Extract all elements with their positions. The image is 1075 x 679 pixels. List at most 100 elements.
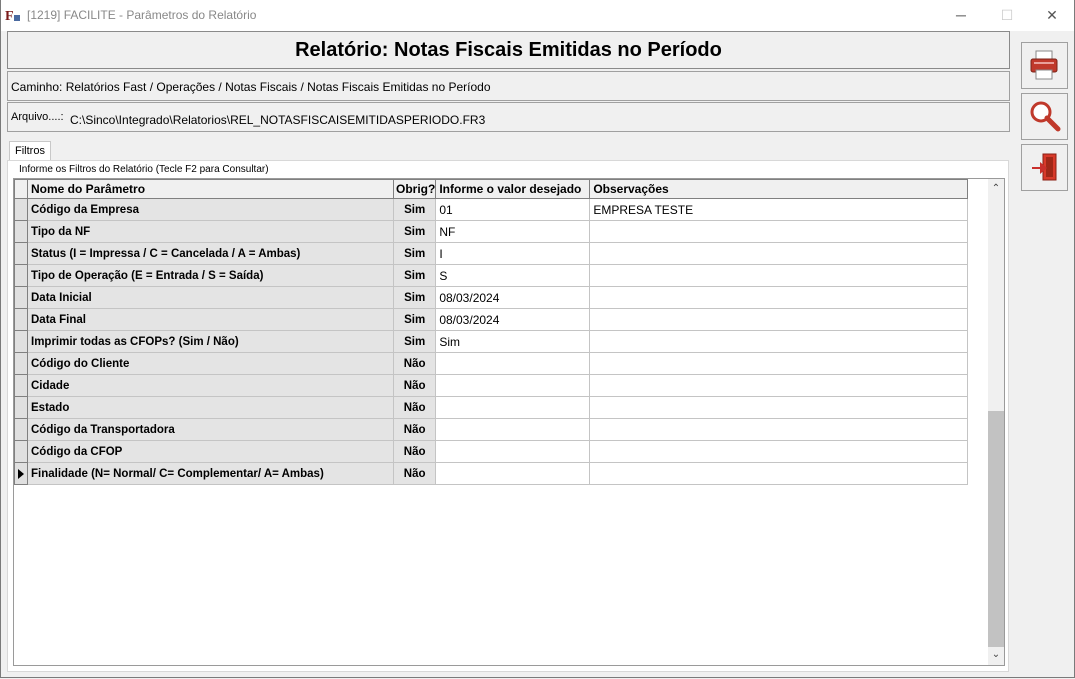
- row-indicator[interactable]: [14, 418, 28, 441]
- param-value-cell[interactable]: NF: [435, 220, 591, 243]
- param-value-cell[interactable]: 08/03/2024: [435, 308, 591, 331]
- scroll-down-icon[interactable]: ⌄: [988, 647, 1004, 663]
- file-label: Arquivo....:: [11, 111, 64, 123]
- param-name-cell: Tipo de Operação (E = Entrada / S = Saíd…: [27, 264, 394, 287]
- tab-filtros[interactable]: Filtros: [9, 141, 51, 161]
- current-row-arrow-icon: [18, 468, 24, 479]
- app-icon: F: [5, 9, 20, 23]
- param-value-cell[interactable]: 01: [435, 198, 591, 221]
- param-observation-cell: [589, 286, 969, 309]
- param-name-cell: Código do Cliente: [27, 352, 394, 375]
- row-indicator[interactable]: [14, 352, 28, 375]
- preview-button[interactable]: [1021, 93, 1068, 140]
- param-name-cell: Código da Empresa: [27, 198, 394, 221]
- param-name-cell: Status (I = Impressa / C = Cancelada / A…: [27, 242, 394, 265]
- row-indicator[interactable]: [14, 396, 28, 419]
- report-path: Caminho: Relatórios Fast / Operações / N…: [7, 71, 1010, 101]
- param-value-cell[interactable]: [435, 396, 591, 419]
- table-row[interactable]: Código da Transportadora Não: [14, 418, 969, 441]
- param-observation-cell: [589, 330, 969, 353]
- param-value-cell[interactable]: [435, 352, 591, 375]
- param-required-cell: Não: [392, 462, 437, 485]
- param-name-cell: Estado: [27, 396, 394, 419]
- printer-icon: [1030, 50, 1058, 80]
- column-header-obrig[interactable]: Obrig?: [392, 179, 437, 199]
- column-header-obs[interactable]: Observações: [589, 179, 969, 199]
- report-file-panel: Arquivo....: C:\Sinco\Integrado\Relatori…: [7, 102, 1010, 132]
- parameters-table: Nome do Parâmetro Obrig? Informe o valor…: [14, 179, 969, 485]
- param-name-cell: Data Inicial: [27, 286, 394, 309]
- row-indicator[interactable]: [14, 242, 28, 265]
- param-observation-cell: [589, 220, 969, 243]
- table-row[interactable]: Código da Empresa Sim 01 EMPRESA TESTE: [14, 198, 969, 221]
- table-row[interactable]: Código do Cliente Não: [14, 352, 969, 375]
- window-title: [1219] FACILITE - Parâmetros do Relatóri…: [27, 8, 257, 22]
- row-indicator[interactable]: [14, 440, 28, 463]
- table-row[interactable]: Tipo de Operação (E = Entrada / S = Saíd…: [14, 264, 969, 287]
- column-header-value[interactable]: Informe o valor desejado: [435, 179, 591, 199]
- table-row[interactable]: Imprimir todas as CFOPs? (Sim / Não) Sim S…: [14, 330, 969, 353]
- param-name-cell: Código da Transportadora: [27, 418, 394, 441]
- maximize-button[interactable]: ☐: [984, 0, 1030, 31]
- param-observation-cell: [589, 396, 969, 419]
- row-indicator[interactable]: [14, 264, 28, 287]
- row-indicator[interactable]: [14, 462, 28, 485]
- grid-header-row: Nome do Parâmetro Obrig? Informe o valor…: [14, 179, 969, 199]
- param-value-cell[interactable]: [435, 418, 591, 441]
- param-value-cell[interactable]: [435, 374, 591, 397]
- row-indicator[interactable]: [14, 220, 28, 243]
- param-required-cell: Sim: [392, 286, 437, 309]
- exit-button[interactable]: [1021, 144, 1068, 191]
- title-bar: F [1219] FACILITE - Parâmetros do Relató…: [1, 0, 1074, 31]
- table-row[interactable]: Código da CFOP Não: [14, 440, 969, 463]
- param-name-cell: Tipo da NF: [27, 220, 394, 243]
- table-row[interactable]: Data Final Sim 08/03/2024: [14, 308, 969, 331]
- report-title: Relatório: Notas Fiscais Emitidas no Per…: [7, 31, 1010, 69]
- param-name-cell: Finalidade (N= Normal/ C= Complementar/ …: [27, 462, 394, 485]
- svg-text:F: F: [5, 9, 14, 23]
- param-value-cell[interactable]: 08/03/2024: [435, 286, 591, 309]
- table-row[interactable]: Finalidade (N= Normal/ C= Complementar/ …: [14, 462, 969, 485]
- row-indicator[interactable]: [14, 330, 28, 353]
- param-observation-cell: [589, 440, 969, 463]
- param-value-cell[interactable]: S: [435, 264, 591, 287]
- parameters-grid[interactable]: Nome do Parâmetro Obrig? Informe o valor…: [13, 178, 1005, 666]
- param-required-cell: Não: [392, 374, 437, 397]
- param-value-cell[interactable]: [435, 462, 591, 485]
- table-row[interactable]: Cidade Não: [14, 374, 969, 397]
- param-observation-cell: [589, 242, 969, 265]
- param-value-cell[interactable]: I: [435, 242, 591, 265]
- table-row[interactable]: Data Inicial Sim 08/03/2024: [14, 286, 969, 309]
- exit-door-icon: [1032, 153, 1057, 181]
- param-required-cell: Sim: [392, 264, 437, 287]
- param-value-cell[interactable]: [435, 440, 591, 463]
- vertical-scrollbar[interactable]: ⌃ ⌄: [988, 179, 1004, 665]
- row-indicator[interactable]: [14, 308, 28, 331]
- row-indicator[interactable]: [14, 198, 28, 221]
- scroll-up-icon[interactable]: ⌃: [988, 181, 1004, 197]
- param-name-cell: Cidade: [27, 374, 394, 397]
- indicator-header: [14, 179, 28, 199]
- param-name-cell: Código da CFOP: [27, 440, 394, 463]
- param-required-cell: Não: [392, 440, 437, 463]
- print-button[interactable]: [1021, 42, 1068, 89]
- param-observation-cell: [589, 308, 969, 331]
- param-value-cell[interactable]: Sim: [435, 330, 591, 353]
- magnifier-icon: [1030, 101, 1061, 132]
- filters-group-label: Informe os Filtros do Relatório (Tecle F…: [17, 164, 271, 175]
- row-indicator[interactable]: [14, 374, 28, 397]
- scrollbar-thumb[interactable]: [988, 411, 1004, 647]
- table-row[interactable]: Tipo da NF Sim NF: [14, 220, 969, 243]
- param-required-cell: Sim: [392, 330, 437, 353]
- minimize-button[interactable]: ─: [938, 0, 984, 31]
- close-button[interactable]: ✕: [1029, 0, 1075, 31]
- param-name-cell: Data Final: [27, 308, 394, 331]
- table-row[interactable]: Estado Não: [14, 396, 969, 419]
- report-parameters-window: F [1219] FACILITE - Parâmetros do Relató…: [0, 0, 1075, 678]
- param-required-cell: Sim: [392, 242, 437, 265]
- row-indicator[interactable]: [14, 286, 28, 309]
- table-row[interactable]: Status (I = Impressa / C = Cancelada / A…: [14, 242, 969, 265]
- file-path: C:\Sinco\Integrado\Relatorios\REL_NOTASF…: [70, 113, 486, 127]
- column-header-name[interactable]: Nome do Parâmetro: [27, 179, 394, 199]
- param-observation-cell: [589, 264, 969, 287]
